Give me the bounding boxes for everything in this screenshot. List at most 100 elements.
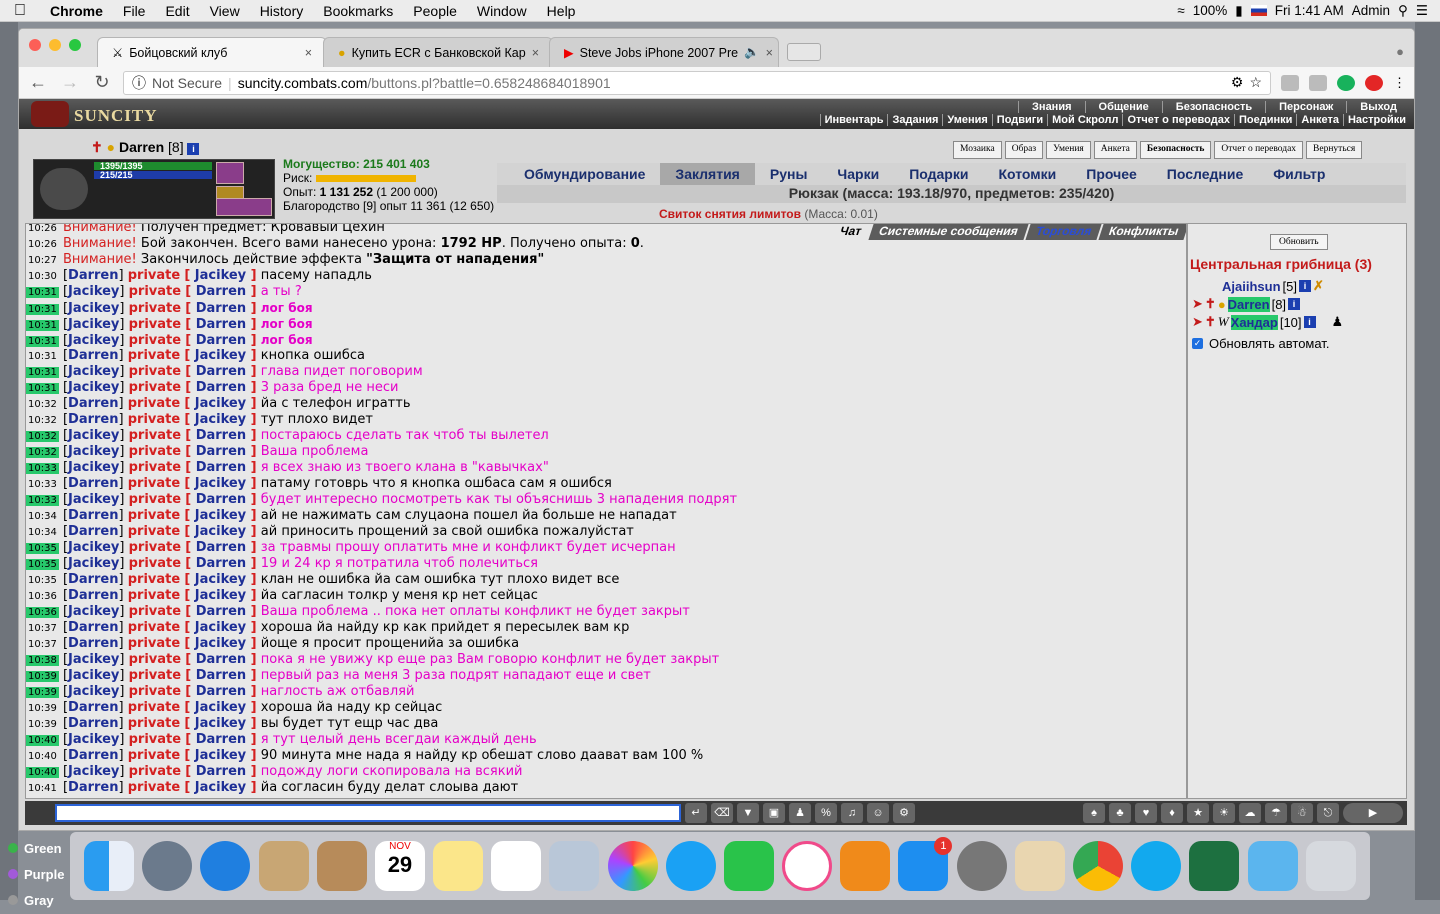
wifi-icon[interactable]: ≈ [1177,3,1184,18]
security-label[interactable]: Not Secure [152,75,222,91]
nav-battles[interactable]: Поединки [1233,114,1296,126]
nav-my-scroll[interactable]: Мой Скролл [1047,114,1122,126]
minimize-window-button[interactable] [49,39,61,51]
menu-file[interactable]: File [113,3,156,19]
info-icon[interactable]: i [1303,316,1316,328]
security-button[interactable]: Безопасность [1139,141,1212,159]
message-time[interactable]: 10:36 [26,607,59,618]
recipient-name[interactable]: Darren [196,301,246,316]
user-name[interactable]: Admin [1352,3,1390,18]
message-time[interactable]: 10:32 [26,399,59,410]
tab-filter[interactable]: Фильтр [1258,163,1340,185]
sender-name[interactable]: Darren [68,348,118,363]
zoom-window-button[interactable] [69,39,81,51]
grammarly-icon[interactable] [1337,74,1355,91]
message-time[interactable]: 10:26 [26,224,59,234]
message-time[interactable]: 10:32 [26,431,59,442]
recipient-name[interactable]: Jacikey [195,780,246,795]
sender-name[interactable]: Jacikey [68,668,119,683]
return-button[interactable]: Вернуться [1306,141,1363,159]
battery-percent[interactable]: 100% [1193,3,1228,18]
tab-recent[interactable]: Последние [1152,163,1258,185]
tab-gifts[interactable]: Подарки [894,163,983,185]
tab-potions[interactable]: Чарки [822,163,894,185]
recipient-name[interactable]: Darren [196,604,246,619]
mosaic-button[interactable]: Мозаика [953,141,1002,159]
system-preferences-icon[interactable] [956,841,1007,891]
message-time[interactable]: 10:34 [26,511,59,522]
message-time[interactable]: 10:30 [26,271,59,282]
ability-icon[interactable]: ♠ [1083,803,1105,823]
sender-name[interactable]: Jacikey [68,604,119,619]
recipient-name[interactable]: Darren [196,460,246,475]
downloads-folder-icon[interactable] [1247,841,1298,891]
sender-name[interactable]: Darren [68,588,118,603]
message-text[interactable]: лог боя [261,317,313,331]
message-time[interactable]: 10:40 [26,751,59,762]
notification-center-icon[interactable]: ☰ [1416,3,1428,19]
bookmark-star-icon[interactable]: ☆ [1249,74,1262,91]
recipient-name[interactable]: Darren [196,428,246,443]
message-time[interactable]: 10:37 [26,639,59,650]
launchpad-icon[interactable] [142,841,193,891]
back-icon[interactable]: ← [27,72,49,93]
auto-refresh-option[interactable]: ✓ Обновлять автомат. [1192,336,1329,351]
info-icon[interactable]: i [1298,280,1311,292]
ability-icon[interactable]: ♦ [1161,803,1183,823]
message-time[interactable]: 10:33 [26,479,59,490]
message-time[interactable]: 10:31 [26,383,59,394]
tab-close-icon[interactable]: × [766,46,773,60]
ability-icon[interactable]: ☁ [1239,803,1261,823]
message-time[interactable]: 10:35 [26,575,59,586]
sender-name[interactable]: Darren [68,508,118,523]
recipient-name[interactable]: Jacikey [195,588,246,603]
info-icon[interactable]: i [187,143,200,155]
chat-tab-system[interactable]: Системные сообщения [868,224,1029,240]
facetime-icon[interactable] [723,841,774,891]
archive-utility-icon[interactable] [1014,841,1065,891]
recipient-name[interactable]: Jacikey [195,700,246,715]
chat-tab-trade[interactable]: Торговля [1024,224,1102,240]
sender-name[interactable]: Jacikey [68,732,119,747]
contacts-icon[interactable] [316,841,367,891]
safari-icon[interactable] [200,841,251,891]
attack-icon[interactable]: ➤ [1192,296,1203,312]
photos-icon[interactable] [607,841,658,891]
message-time[interactable]: 10:40 [26,767,59,778]
recipient-name[interactable]: Darren [196,540,246,555]
character-portrait[interactable]: 1395/1395 215/215 [33,159,275,219]
recipient-name[interactable]: Darren [196,556,246,571]
message-time[interactable]: 10:38 [26,655,59,666]
player-entry[interactable]: Ajaiihsun [5] i ✗ [1222,278,1324,294]
sender-name[interactable]: Jacikey [68,540,119,555]
sender-name[interactable]: Darren [68,620,118,635]
apple-icon[interactable]:  [0,2,40,20]
chat-input[interactable] [55,804,681,822]
people-icon[interactable]: ♟ [789,803,811,823]
sender-name[interactable]: Darren [68,412,118,427]
message-time[interactable]: 10:31 [26,367,59,378]
save-icon[interactable]: ▣ [763,803,785,823]
menu-view[interactable]: View [200,3,250,19]
sender-name[interactable]: Jacikey [68,492,119,507]
sender-name[interactable]: Darren [68,748,118,763]
settings-icon[interactable]: ⚙ [893,803,915,823]
sender-name[interactable]: Darren [68,636,118,651]
add-friend-icon[interactable]: ♟ [1332,314,1344,330]
tab-equipment[interactable]: Обмундирование [509,163,660,185]
recipient-name[interactable]: Jacikey [195,348,246,363]
preview-icon[interactable] [549,841,600,891]
tag-gray[interactable]: Gray [24,893,54,908]
tab-other[interactable]: Прочее [1071,163,1152,185]
nav-security[interactable]: Безопасность [1161,101,1265,113]
nav-character[interactable]: Персонаж [1265,101,1346,113]
message-time[interactable]: 10:41 [26,783,59,794]
menu-history[interactable]: History [250,3,314,19]
inventory-item[interactable]: Свиток снятия лимитов (Масса: 0.01) [659,207,878,221]
recipient-name[interactable]: Jacikey [195,716,246,731]
ability-icon[interactable]: ★ [1187,803,1209,823]
recipient-name[interactable]: Jacikey [195,748,246,763]
message-time[interactable]: 10:32 [26,447,59,458]
sound-icon[interactable]: ♫ [841,803,863,823]
forward-icon[interactable]: → [59,72,81,93]
